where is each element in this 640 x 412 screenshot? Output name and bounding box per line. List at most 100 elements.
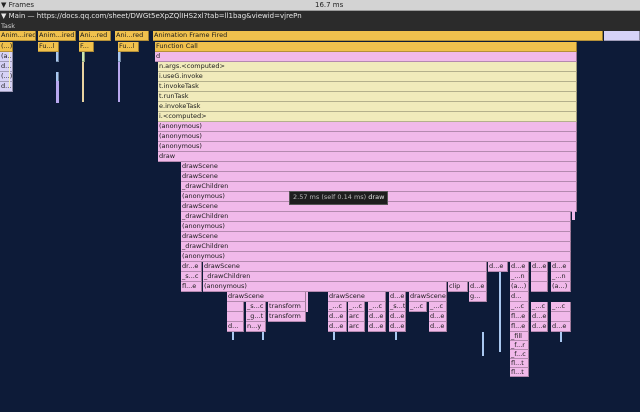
flame-sliver[interactable]	[572, 202, 575, 220]
flame-event[interactable]: Ani...red	[115, 31, 149, 41]
flame-event[interactable]: d...e	[469, 282, 487, 292]
flame-event[interactable]: i.useG.invoke	[158, 72, 577, 82]
flame-chart[interactable]: Anim...ired Anim...ired Ani...red Ani...…	[0, 31, 640, 412]
flame-event[interactable]: F...	[79, 42, 94, 52]
flame-event[interactable]: _s...t	[389, 302, 406, 312]
flame-sliver[interactable]	[499, 272, 501, 352]
flame-event[interactable]: drawScene	[409, 292, 447, 302]
flame-event[interactable]: _...c	[368, 302, 386, 312]
flame-event[interactable]: (...)	[0, 42, 13, 52]
flame-event[interactable]: Ani...red	[79, 31, 111, 41]
flame-event[interactable]: fl...t	[510, 368, 529, 377]
flame-event[interactable]: (anonymous)	[158, 132, 577, 142]
flame-event[interactable]: fl...e	[510, 312, 529, 322]
flame-event[interactable]: d...e	[368, 312, 386, 322]
flame-event[interactable]: i.<computed>	[158, 112, 577, 122]
flame-event[interactable]: Function Call	[155, 42, 577, 52]
flame-event[interactable]: e.invokeTask	[158, 102, 577, 112]
flame-event[interactable]: t.invokeTask	[158, 82, 577, 92]
flame-event[interactable]	[82, 52, 85, 62]
flame-event[interactable]: n.args.<computed>	[158, 62, 577, 72]
flame-event[interactable]: _...c	[409, 302, 427, 312]
flame-event[interactable]: d...e	[531, 262, 548, 272]
flame-event[interactable]	[56, 52, 59, 62]
flame-sliver[interactable]	[482, 332, 484, 356]
flame-event[interactable]	[531, 272, 548, 282]
flame-event[interactable]: _...c	[348, 302, 365, 312]
flame-event[interactable]: d...e	[551, 322, 571, 332]
flame-event[interactable]: g...	[469, 292, 487, 302]
flame-event[interactable]	[227, 312, 244, 322]
flame-event[interactable]: d...e	[531, 312, 548, 322]
flame-event[interactable]: Anim...ired	[38, 31, 76, 41]
flame-event[interactable]: d...e	[389, 322, 406, 332]
flame-event[interactable]: d...e	[510, 262, 529, 272]
flame-event[interactable]	[227, 302, 244, 312]
flame-event[interactable]: _...c	[328, 302, 347, 312]
flame-sliver[interactable]	[333, 332, 335, 340]
flame-event[interactable]: d...e	[488, 262, 508, 272]
flame-event[interactable]	[604, 31, 640, 41]
flame-event[interactable]: d...	[0, 82, 13, 92]
flame-event[interactable]	[551, 312, 571, 322]
flame-event[interactable]: _f...c	[510, 350, 529, 359]
flame-event[interactable]: d...e	[551, 262, 571, 272]
flame-sliver[interactable]	[262, 332, 264, 340]
flame-event[interactable]	[531, 282, 548, 292]
frames-toggle[interactable]: ▼ Frames	[0, 0, 34, 10]
flame-event[interactable]: transform	[268, 302, 306, 312]
flame-event[interactable]: d...e	[429, 312, 447, 322]
flame-event[interactable]: drawScene	[203, 262, 487, 272]
flame-event[interactable]: (anonymous)	[158, 142, 577, 152]
flame-event[interactable]: d...	[510, 292, 529, 302]
flame-event[interactable]: _s...c	[246, 302, 266, 312]
flame-event[interactable]: arc	[348, 322, 365, 332]
flame-event[interactable]: (anonymous)	[181, 222, 571, 232]
flame-event[interactable]: drawScene	[181, 232, 571, 242]
flame-event[interactable]: (a...)	[510, 282, 529, 292]
flame-event[interactable]: _drawChildren	[181, 212, 571, 222]
flame-event[interactable]: d...e	[531, 322, 548, 332]
flame-event[interactable]: _fill	[510, 332, 529, 341]
flame-event[interactable]: _...c	[510, 302, 529, 312]
flame-sliver[interactable]	[232, 332, 234, 340]
flame-sliver[interactable]	[82, 62, 84, 102]
flame-sliver[interactable]	[395, 332, 397, 340]
flame-event[interactable]: d...e	[389, 312, 406, 322]
flame-event[interactable]: transform	[268, 312, 306, 322]
flame-event[interactable]: d...e	[429, 322, 447, 332]
flame-event[interactable]: (a...)	[0, 52, 13, 62]
flame-event[interactable]: d...	[227, 322, 244, 332]
flame-event[interactable]: dr...e	[181, 262, 202, 272]
main-thread-header[interactable]: ▼ Main — https://docs.qq.com/sheet/DWGt5…	[0, 11, 640, 22]
flame-event[interactable]: d...e	[328, 312, 347, 322]
flame-sliver[interactable]	[306, 292, 308, 312]
flame-event[interactable]: drawScene	[328, 292, 386, 302]
flame-event[interactable]: _drawChildren	[181, 242, 571, 252]
flame-event[interactable]: Anim...ired	[0, 31, 36, 41]
flame-event[interactable]: _g...t	[246, 312, 266, 322]
flame-event[interactable]: n...y	[246, 322, 266, 332]
frames-track-header[interactable]: ▼ Frames 16.7 ms	[0, 0, 640, 11]
flame-event[interactable]: (a...)	[551, 282, 571, 292]
main-thread-label[interactable]: ▼ Main — https://docs.qq.com/sheet/DWGt5…	[1, 11, 302, 22]
flame-event[interactable]: d	[155, 52, 577, 62]
task-row[interactable]: Task	[0, 22, 640, 31]
flame-event[interactable]: _...c	[551, 302, 571, 312]
flame-event[interactable]: (anonymous)	[181, 252, 571, 262]
flame-event[interactable]: drawScene	[227, 292, 306, 302]
flame-event[interactable]: _drawChildren	[203, 272, 487, 282]
flame-event[interactable]: _...c	[531, 302, 548, 312]
flame-event[interactable]: d...	[0, 62, 13, 72]
flame-event[interactable]: _...n	[510, 272, 529, 282]
flame-event[interactable]: d...e	[389, 292, 406, 302]
flame-event[interactable]: arc	[348, 312, 365, 322]
flame-event[interactable]: drawScene	[181, 162, 577, 172]
flame-event[interactable]: drawScene	[181, 172, 577, 182]
flame-event[interactable]: fl...e	[510, 322, 529, 332]
flame-event[interactable]: draw	[158, 152, 577, 162]
flame-event[interactable]: _f...r	[510, 341, 529, 350]
flame-event[interactable]	[118, 52, 121, 62]
flame-sliver[interactable]	[118, 62, 120, 102]
flame-sliver[interactable]	[560, 332, 562, 342]
